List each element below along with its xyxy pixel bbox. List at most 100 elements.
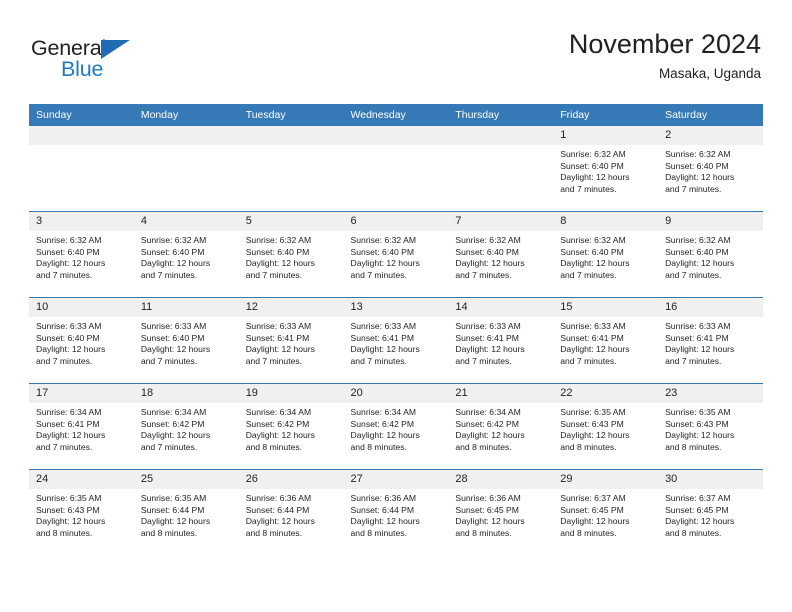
calendar-day-cell[interactable]: 25 Sunrise: 6:35 AM Sunset: 6:44 PM Dayligh…	[133, 469, 239, 555]
day-info-line: Daylight: 12 hours	[665, 516, 735, 527]
day-sun-info: Sunrise: 6:32 AM Sunset: 6:40 PM Daylight:…	[658, 145, 763, 195]
day-number: 23	[658, 384, 763, 403]
calendar-day-cell[interactable]: 28 Sunrise: 6:36 AM Sunset: 6:45 PM Dayligh…	[448, 469, 554, 555]
calendar-day-cell[interactable]: 12 Sunrise: 6:33 AM Sunset: 6:41 PM Dayligh…	[238, 297, 344, 384]
day-info-line: Sunrise: 6:34 AM	[455, 407, 521, 417]
day-info-line: Sunset: 6:41 PM	[350, 332, 415, 343]
day-info-line: and 7 minutes.	[245, 269, 303, 280]
weekday-header-wednesday: Wednesday	[343, 104, 449, 126]
calendar-day-cell[interactable]: 16 Sunrise: 6:33 AM Sunset: 6:41 PM Dayligh…	[658, 297, 763, 384]
calendar-week-row: 3 Sunrise: 6:32 AM Sunset: 6:40 PM Daylight…	[29, 211, 763, 298]
calendar-day-cell[interactable]: 8 Sunrise: 6:32 AM Sunset: 6:40 PM Daylight…	[553, 211, 659, 298]
day-info-line: Sunset: 6:43 PM	[36, 504, 100, 515]
calendar-day-cell[interactable]: 5 Sunrise: 6:32 AM Sunset: 6:40 PM Daylight…	[238, 211, 344, 298]
day-info-line: Sunrise: 6:35 AM	[140, 493, 207, 503]
calendar-day-cell[interactable]: 7 Sunrise: 6:32 AM Sunset: 6:40 PM Daylight…	[448, 211, 554, 298]
weekday-header-sunday: Sunday	[29, 104, 134, 126]
calendar-empty-cell	[133, 126, 239, 212]
calendar-day-cell[interactable]: 4 Sunrise: 6:32 AM Sunset: 6:40 PM Daylight…	[133, 211, 239, 298]
calendar-day-cell[interactable]: 6 Sunrise: 6:32 AM Sunset: 6:40 PM Daylight…	[343, 211, 449, 298]
day-info-line: Daylight: 12 hours	[560, 172, 630, 183]
calendar-day-cell[interactable]: 15 Sunrise: 6:33 AM Sunset: 6:41 PM Dayligh…	[553, 297, 659, 384]
day-sun-info: Sunrise: 6:32 AM Sunset: 6:40 PM Daylight:…	[448, 231, 553, 281]
day-number: 13	[343, 298, 449, 317]
day-number: 29	[553, 470, 659, 489]
day-number	[238, 126, 344, 145]
day-info-line: and 8 minutes.	[455, 527, 512, 538]
day-number	[133, 126, 239, 145]
calendar-day-cell[interactable]: 9 Sunrise: 6:32 AM Sunset: 6:40 PM Daylight…	[658, 211, 763, 298]
day-info-line: Sunset: 6:45 PM	[455, 504, 519, 515]
calendar-day-cell[interactable]: 3 Sunrise: 6:32 AM Sunset: 6:40 PM Daylight…	[29, 211, 134, 298]
calendar-day-cell[interactable]: 30 Sunrise: 6:37 AM Sunset: 6:45 PM Dayligh…	[658, 469, 763, 555]
calendar-day-cell[interactable]: 11 Sunrise: 6:33 AM Sunset: 6:40 PM Dayligh…	[133, 297, 239, 384]
general-blue-logo[interactable]: General Blue	[31, 36, 151, 84]
day-info-line: Sunset: 6:42 PM	[350, 418, 415, 429]
day-info-line: Sunrise: 6:33 AM	[350, 321, 416, 331]
day-number: 18	[133, 384, 239, 403]
day-info-line: Sunrise: 6:33 AM	[455, 321, 521, 331]
day-info-line: Sunrise: 6:33 AM	[665, 321, 731, 331]
page-header: General Blue November 2024 Masaka, Ugand…	[0, 0, 792, 100]
day-info-line: Daylight: 12 hours	[350, 258, 420, 269]
page-title: November 2024	[568, 29, 761, 59]
day-number: 1	[553, 126, 659, 145]
calendar-table: Sunday Monday Tuesday Wednesday Thursday Frid…	[29, 104, 763, 555]
day-info-line: Sunrise: 6:32 AM	[455, 235, 521, 245]
day-info-line: and 8 minutes.	[455, 441, 512, 452]
day-info-line: Sunset: 6:42 PM	[245, 418, 310, 429]
calendar-week-row: 10 Sunrise: 6:33 AM Sunset: 6:40 PM Dayligh…	[29, 297, 763, 384]
calendar-day-cell[interactable]: 17 Sunrise: 6:34 AM Sunset: 6:41 PM Dayligh…	[29, 383, 134, 470]
day-info-line: Sunset: 6:40 PM	[350, 246, 415, 257]
calendar-day-cell[interactable]: 26 Sunrise: 6:36 AM Sunset: 6:44 PM Dayligh…	[238, 469, 344, 555]
calendar-day-cell[interactable]: 2 Sunrise: 6:32 AM Sunset: 6:40 PM Daylight…	[658, 126, 763, 212]
calendar-day-cell[interactable]: 19 Sunrise: 6:34 AM Sunset: 6:42 PM Dayligh…	[238, 383, 344, 470]
day-info-line: Daylight: 12 hours	[560, 516, 630, 527]
calendar-day-cell[interactable]: 21 Sunrise: 6:34 AM Sunset: 6:42 PM Dayligh…	[448, 383, 554, 470]
day-info-line: Sunset: 6:40 PM	[140, 246, 205, 257]
calendar-day-cell[interactable]: 27 Sunrise: 6:36 AM Sunset: 6:44 PM Dayligh…	[343, 469, 449, 555]
calendar-page: General Blue November 2024 Masaka, Ugand…	[0, 0, 792, 612]
calendar-day-cell[interactable]: 18 Sunrise: 6:34 AM Sunset: 6:42 PM Dayligh…	[133, 383, 239, 470]
day-info-line: Sunrise: 6:34 AM	[36, 407, 102, 417]
title-block: November 2024 Masaka, Uganda	[569, 28, 761, 84]
weekday-header-thursday: Thursday	[448, 104, 554, 126]
day-info-line: Sunset: 6:41 PM	[245, 332, 310, 343]
calendar-day-cell[interactable]: 20 Sunrise: 6:34 AM Sunset: 6:42 PM Dayligh…	[343, 383, 449, 470]
day-info-line: Sunset: 6:41 PM	[560, 332, 624, 343]
calendar-day-cell[interactable]: 24 Sunrise: 6:35 AM Sunset: 6:43 PM Dayligh…	[29, 469, 134, 555]
day-number: 9	[658, 212, 763, 231]
calendar-empty-cell	[343, 126, 449, 212]
day-sun-info: Sunrise: 6:34 AM Sunset: 6:41 PM Daylight:…	[29, 403, 134, 453]
calendar-day-cell[interactable]: 22 Sunrise: 6:35 AM Sunset: 6:43 PM Dayligh…	[553, 383, 659, 470]
day-info-line: Daylight: 12 hours	[560, 430, 630, 441]
day-info-line: and 8 minutes.	[350, 441, 407, 452]
day-info-line: Sunrise: 6:32 AM	[140, 235, 207, 245]
calendar-day-cell[interactable]: 23 Sunrise: 6:35 AM Sunset: 6:43 PM Dayligh…	[658, 383, 763, 470]
day-info-line: Daylight: 12 hours	[245, 258, 315, 269]
calendar-day-cell[interactable]: 14 Sunrise: 6:33 AM Sunset: 6:41 PM Dayligh…	[448, 297, 554, 384]
day-info-line: Sunrise: 6:35 AM	[560, 407, 626, 417]
calendar-day-cell[interactable]: 1 Sunrise: 6:32 AM Sunset: 6:40 PM Daylight…	[553, 126, 659, 212]
day-sun-info: Sunrise: 6:36 AM Sunset: 6:45 PM Daylight:…	[448, 489, 553, 539]
day-info-line: Daylight: 12 hours	[36, 516, 106, 527]
calendar-week-row: 24 Sunrise: 6:35 AM Sunset: 6:43 PM Dayligh…	[29, 469, 763, 555]
weekday-header-saturday: Saturday	[658, 104, 763, 126]
day-info-line: Daylight: 12 hours	[245, 344, 315, 355]
day-number: 3	[29, 212, 134, 231]
day-info-line: Sunrise: 6:32 AM	[665, 149, 731, 159]
day-sun-info: Sunrise: 6:33 AM Sunset: 6:41 PM Daylight:…	[553, 317, 658, 367]
calendar-day-cell[interactable]: 29 Sunrise: 6:37 AM Sunset: 6:45 PM Dayligh…	[553, 469, 659, 555]
day-number: 27	[343, 470, 449, 489]
day-number: 25	[133, 470, 239, 489]
day-info-line: Sunset: 6:44 PM	[140, 504, 205, 515]
day-info-line: Sunset: 6:41 PM	[665, 332, 729, 343]
day-sun-info: Sunrise: 6:33 AM Sunset: 6:41 PM Daylight:…	[448, 317, 553, 367]
calendar-empty-cell	[238, 126, 344, 212]
day-info-line: Sunrise: 6:35 AM	[665, 407, 731, 417]
calendar-day-cell[interactable]: 13 Sunrise: 6:33 AM Sunset: 6:41 PM Dayligh…	[343, 297, 449, 384]
day-info-line: Sunset: 6:43 PM	[665, 418, 729, 429]
day-info-line: and 7 minutes.	[245, 355, 303, 366]
calendar-day-cell[interactable]: 10 Sunrise: 6:33 AM Sunset: 6:40 PM Dayligh…	[29, 297, 134, 384]
day-info-line: Sunrise: 6:34 AM	[140, 407, 207, 417]
